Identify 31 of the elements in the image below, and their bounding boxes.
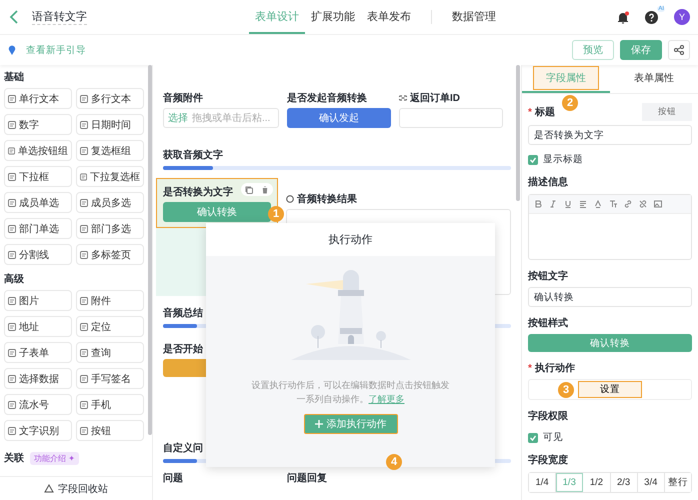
field-label: 是否发起音频转换 (287, 91, 367, 104)
dialog-title: 执行动作 (328, 233, 372, 247)
section-heading: 关联 (4, 452, 24, 465)
required-mark: * (528, 362, 532, 374)
field-label: 是否开始 (163, 342, 203, 355)
section-title: 自定义问 (163, 441, 203, 454)
field-label: 执行动作 (534, 362, 575, 375)
section-heading: 基础 (4, 70, 25, 84)
field-label: 按钮样式 (528, 316, 569, 330)
field-label: 字段宽度 (528, 453, 569, 467)
field-label: 标题 (534, 106, 555, 119)
type-tag: 按钮 (642, 103, 692, 121)
checkbox-label: 可见 (543, 431, 563, 444)
checkbox-label: 显示标题 (543, 153, 583, 166)
field-label: 音频转换结果 (286, 192, 357, 205)
section-title: 获取音频文字 (163, 148, 223, 161)
step-badge: 2 (562, 95, 578, 111)
field-label: 音频附件 (163, 91, 203, 104)
section-title: 音频总结 (163, 306, 203, 319)
field-label: 字段权限 (528, 409, 569, 423)
field-label: 问题回复 (287, 472, 327, 484)
field-label: 是否转换为文字 (163, 185, 233, 198)
field-label: 描述信息 (528, 176, 569, 189)
form-title: 语音转文字 (32, 9, 87, 25)
step-badge: 3 (558, 382, 574, 398)
field-label: 问题 (163, 472, 183, 484)
section-heading: 高级 (4, 272, 25, 286)
dialog-description: 设置执行动作后，可以在编辑数据时点击按钮触发一系列自动操作。了解更多 (250, 379, 450, 406)
field-label: 返回订单ID (399, 91, 460, 104)
required-mark: * (528, 106, 532, 118)
field-label: 按钮文字 (528, 269, 569, 283)
